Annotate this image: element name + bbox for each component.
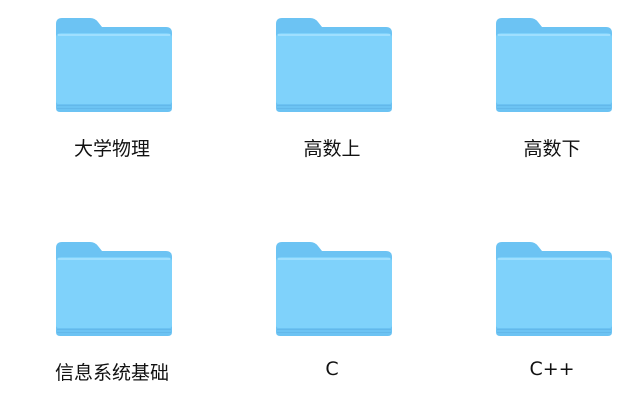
folder-item[interactable]: C [242,228,422,408]
folder-item[interactable]: 高数下 [462,4,642,184]
folder-label: 高数上 [303,138,361,160]
folder-icon [492,14,616,116]
folder-icon-graphic [56,242,172,336]
folder-item[interactable]: 信息系统基础 [22,228,202,408]
folder-icon-graphic [56,18,172,112]
folder-label: 信息系统基础 [54,362,169,384]
folder-icon [52,238,176,340]
folder-item[interactable]: 高数上 [242,4,422,184]
folder-icon-graphic [496,242,612,336]
folder-icon [492,238,616,340]
folder-icon-graphic [276,242,392,336]
folder-icon-graphic [276,18,392,112]
folder-label: C [325,358,339,380]
folder-item[interactable]: 大学物理 [22,4,202,184]
folder-label: C++ [529,358,575,380]
folder-icon-graphic [496,18,612,112]
folder-icon [272,238,396,340]
folder-label: 高数下 [523,138,581,160]
folder-label: 大学物理 [73,138,150,160]
folder-icon [52,14,176,116]
folder-icon [272,14,396,116]
folder-item[interactable]: C++ [462,228,642,408]
folder-grid: 大学物理 高数上 高数下 信息系统基础 C C++ [0,0,642,402]
